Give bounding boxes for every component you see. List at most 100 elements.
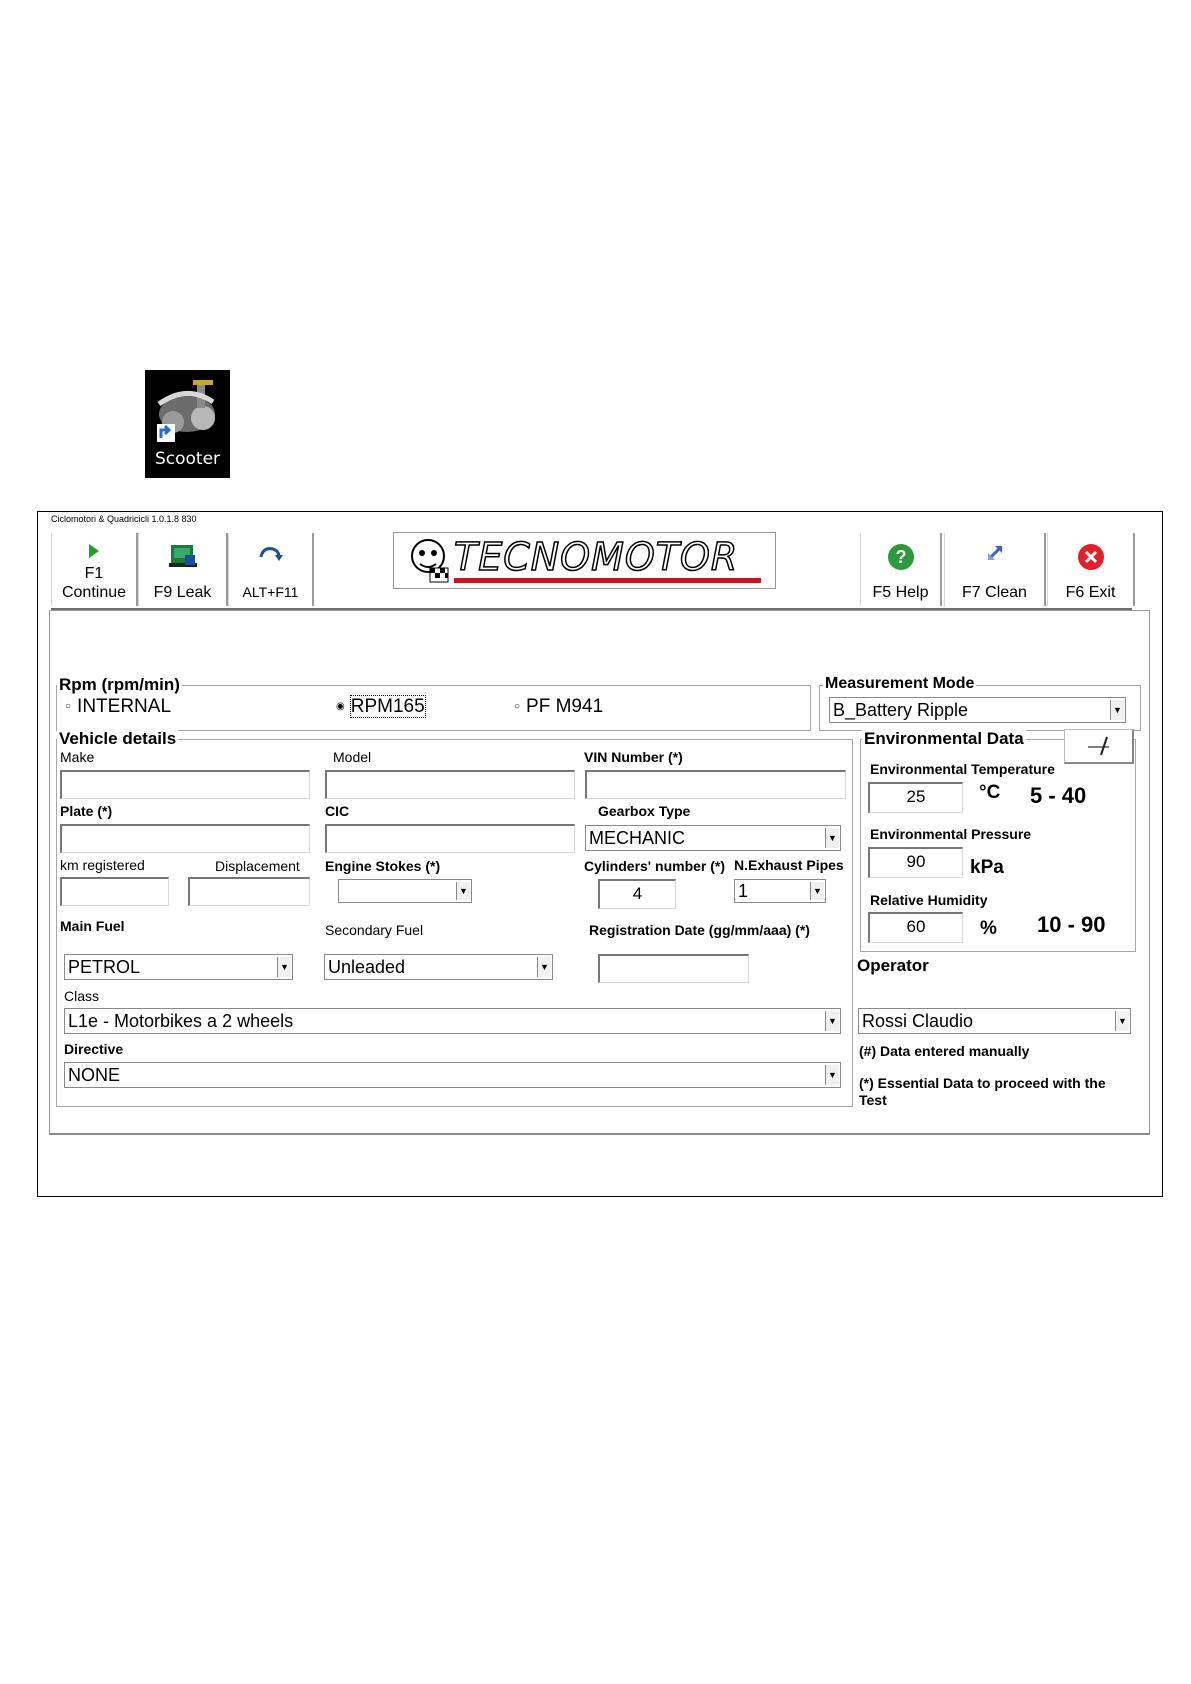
exit-label: F6 Exit [1065, 584, 1116, 601]
pen-edit-icon [1088, 736, 1109, 756]
leak-button[interactable]: F9 Leak [138, 533, 228, 606]
rpm-rpm165-label: RPM165 [349, 695, 426, 718]
measurement-legend: Measurement Mode [823, 675, 977, 693]
leak-label: F9 Leak [153, 584, 212, 601]
rpm-option-internal[interactable]: ○ INTERNAL [65, 696, 171, 718]
temp-unit: °C [979, 782, 1001, 803]
engine-strokes-select[interactable]: ▼ [338, 879, 472, 903]
regdate-label: Registration Date (gg/mm/aaa) (*) [589, 922, 810, 938]
continue-label: Continue [61, 584, 127, 601]
chevron-down-icon: ▼ [825, 1065, 839, 1085]
measurement-mode-select[interactable]: B_Battery Ripple ▼ [829, 697, 1126, 723]
chevron-down-icon: ▼ [1115, 1011, 1129, 1031]
help-icon: ? [887, 544, 914, 570]
vin-input[interactable] [585, 770, 846, 799]
rpm-internal-label: INTERNAL [77, 696, 172, 717]
edit-environment-button[interactable] [1064, 729, 1134, 764]
km-input[interactable] [60, 877, 169, 906]
main-fuel-label: Main Fuel [60, 918, 125, 934]
cic-input[interactable] [325, 824, 575, 853]
displacement-input[interactable] [188, 877, 310, 906]
vin-label: VIN Number (*) [584, 749, 683, 765]
svg-text:?: ? [895, 547, 906, 567]
directive-value: NONE [68, 1065, 121, 1085]
make-input[interactable] [60, 770, 310, 799]
secondary-fuel-select[interactable]: Unleaded ▼ [324, 954, 553, 980]
directive-select[interactable]: NONE ▼ [64, 1062, 841, 1088]
class-value: L1e - Motorbikes a 2 wheels [68, 1011, 294, 1031]
pressure-input[interactable]: 90 [868, 847, 963, 878]
logo-stripe [454, 578, 761, 583]
model-label: Model [333, 749, 372, 765]
operator-label: Operator [857, 956, 929, 976]
pressure-label: Environmental Pressure [870, 826, 1032, 842]
secondary-fuel-value: Unleaded [328, 957, 406, 977]
gearbox-label: Gearbox Type [598, 803, 691, 819]
km-label: km registered [60, 857, 145, 873]
secondary-fuel-label: Secondary Fuel [325, 922, 424, 938]
shortcut-label: Scooter [154, 449, 221, 469]
cylinders-input[interactable]: 4 [598, 879, 676, 909]
plate-input[interactable] [60, 824, 310, 853]
operator-value: Rossi Claudio [862, 1011, 974, 1031]
temp-label: Environmental Temperature [870, 761, 1055, 777]
class-select[interactable]: L1e - Motorbikes a 2 wheels ▼ [64, 1008, 841, 1034]
alt-f11-label: ALT+F11 [242, 584, 299, 600]
rpm-legend: Rpm (rpm/min) [57, 675, 182, 695]
chevron-down-icon: ▼ [825, 1011, 839, 1031]
scooter-shortcut[interactable]: Scooter [145, 370, 230, 478]
radio-selected-icon: ◉ [336, 701, 345, 712]
help-button[interactable]: ? F5 Help [860, 533, 942, 606]
regdate-input[interactable] [598, 954, 749, 983]
redo-arrow-icon [259, 547, 283, 561]
measurement-mode-value: B_Battery Ripple [833, 700, 969, 720]
pressure-unit: kPa [970, 857, 1004, 878]
rpm-pfm941-label: PF M941 [526, 696, 604, 717]
logo-text: TECNOMOTOR [453, 534, 739, 580]
tecnomotor-logo: TECNOMOTOR [393, 532, 776, 589]
chevron-down-icon: ▼ [277, 957, 291, 977]
humidity-label: Relative Humidity [870, 892, 988, 908]
clean-arrows-icon [987, 545, 1002, 561]
cylinders-label: Cylinders' number (*) [584, 858, 726, 874]
class-label: Class [64, 988, 100, 1004]
chevron-down-icon: ▼ [1110, 700, 1124, 720]
make-label: Make [60, 749, 95, 765]
chevron-down-icon: ▼ [810, 882, 824, 900]
operator-select[interactable]: Rossi Claudio ▼ [858, 1008, 1131, 1034]
clean-label: F7 Clean [962, 584, 1027, 601]
humidity-input[interactable]: 60 [868, 912, 963, 943]
temp-input[interactable]: 25 [868, 782, 963, 813]
exit-button[interactable]: F6 Exit [1047, 533, 1135, 606]
scooter-icon [157, 380, 215, 442]
clean-button[interactable]: F7 Clean [944, 533, 1046, 606]
exhaust-value: 1 [738, 881, 749, 901]
chevron-down-icon: ▼ [825, 828, 839, 848]
environment-legend: Environmental Data [862, 729, 1026, 749]
vehicle-legend: Vehicle details [57, 729, 179, 749]
main-fuel-select[interactable]: PETROL ▼ [64, 954, 293, 980]
directive-label: Directive [64, 1041, 124, 1057]
manual-note: (#) Data entered manually [859, 1043, 1030, 1059]
chevron-down-icon: ▼ [537, 957, 551, 977]
main-fuel-value: PETROL [68, 957, 141, 977]
gearbox-value: MECHANIC [589, 828, 686, 848]
cic-label: CIC [325, 803, 350, 819]
exhaust-select[interactable]: 1 ▼ [734, 879, 826, 903]
rpm-option-pfm941[interactable]: ○ PF M941 [514, 696, 603, 718]
humidity-range: 10 - 90 [1037, 912, 1106, 937]
engine-strokes-label: Engine Stokes (*) [325, 858, 441, 874]
exhaust-label: N.Exhaust Pipes [734, 857, 844, 873]
displacement-label: Displacement [215, 858, 300, 874]
continue-button[interactable]: F1 Continue [51, 533, 138, 606]
exit-icon [1077, 544, 1104, 570]
rpm-option-rpm165[interactable]: ◉ RPM165 [336, 695, 426, 718]
model-input[interactable] [325, 770, 575, 799]
humidity-unit: % [980, 918, 997, 939]
help-label: F5 Help [872, 584, 929, 601]
continue-play-icon [89, 544, 99, 558]
tecnomotor-logo-icon [411, 539, 449, 583]
alt-f11-button[interactable]: ALT+F11 [228, 533, 314, 606]
gearbox-select[interactable]: MECHANIC ▼ [585, 825, 841, 851]
temp-range: 5 - 40 [1030, 783, 1087, 808]
